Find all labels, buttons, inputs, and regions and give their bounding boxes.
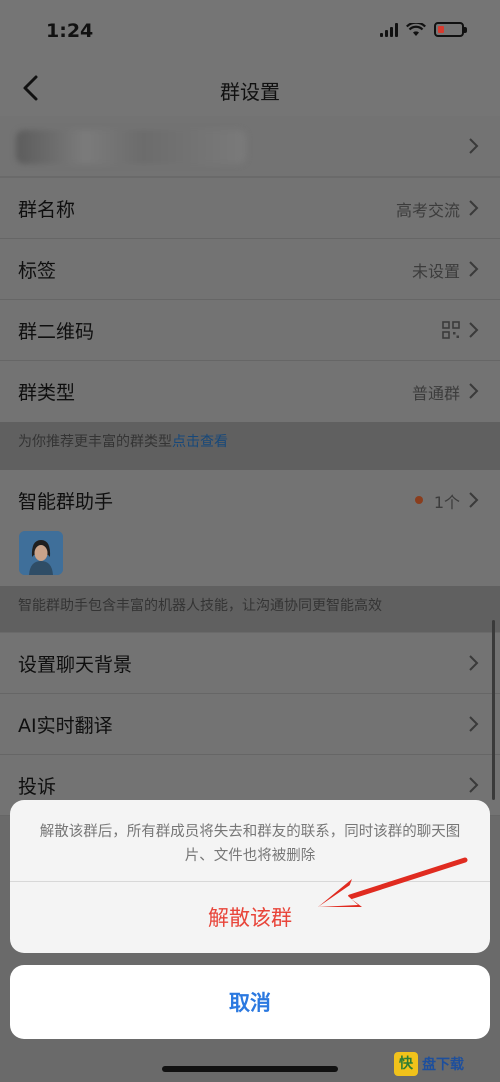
group-members-row[interactable] [0, 116, 500, 176]
group-type-value: 普通群 [411, 384, 460, 403]
cancel-label: 取消 [229, 991, 271, 1015]
red-annotation-arrow-icon [318, 857, 468, 907]
chat-background-label: 设置聊天背景 [18, 654, 133, 676]
scrollbar[interactable] [492, 620, 495, 800]
group-qrcode-label: 群二维码 [18, 321, 95, 343]
chevron-right-icon [469, 655, 479, 671]
blurred-member-avatars [16, 130, 246, 164]
assistant-tip-text: 智能群助手包含丰富的机器人技能，让沟通协同更智能高效 [18, 598, 382, 614]
group-qrcode-row[interactable]: 群二维码 [0, 300, 500, 361]
cancel-button[interactable]: 取消 [10, 965, 490, 1039]
group-name-row[interactable]: 群名称 高考交流 [0, 178, 500, 239]
assistant-tip: 智能群助手包含丰富的机器人技能，让沟通协同更智能高效 [0, 586, 500, 632]
group-type-row[interactable]: 群类型 普通群 [0, 361, 500, 422]
ai-translate-row[interactable]: AI实时翻译 [0, 694, 500, 755]
chevron-right-icon [469, 777, 479, 793]
chevron-right-icon [469, 138, 479, 154]
chevron-right-icon [469, 716, 479, 732]
page-title: 群设置 [220, 80, 280, 104]
chevron-right-icon [469, 200, 479, 216]
group-type-tip-text: 为你推荐更丰富的群类型 [18, 434, 172, 450]
group-type-label: 群类型 [18, 382, 76, 404]
status-bar: 1:24 [0, 0, 500, 62]
report-label: 投诉 [18, 776, 57, 798]
watermark: 快 盘下载 [394, 1050, 494, 1078]
tag-value: 未设置 [411, 262, 460, 281]
tag-label: 标签 [18, 260, 57, 282]
qrcode-icon [442, 321, 460, 339]
status-time: 1:24 [46, 20, 94, 42]
chevron-right-icon [469, 261, 479, 277]
group-type-tip: 为你推荐更丰富的群类型点击查看 [0, 422, 500, 470]
view-link[interactable]: 点击查看 [172, 434, 228, 450]
chat-background-row[interactable]: 设置聊天背景 [0, 633, 500, 694]
assistant-avatar[interactable] [19, 531, 63, 575]
unread-dot [415, 496, 423, 504]
ai-translate-label: AI实时翻译 [18, 715, 113, 737]
assistant-avatar-icon [19, 531, 63, 575]
smart-assistant-row[interactable]: 智能群助手 1个 [0, 470, 500, 586]
chevron-right-icon [469, 383, 479, 399]
status-icons [380, 22, 467, 37]
chevron-right-icon [469, 322, 479, 338]
battery-icon [434, 22, 467, 37]
group-name-label: 群名称 [18, 199, 76, 221]
smart-assistant-count: 1个 [433, 493, 460, 512]
chevron-right-icon [469, 492, 479, 508]
smart-assistant-label: 智能群助手 [18, 491, 114, 513]
wifi-icon [406, 22, 426, 36]
home-indicator [162, 1066, 338, 1072]
signal-icon [380, 22, 398, 37]
nav-bar: 群设置 [0, 62, 500, 116]
tag-row[interactable]: 标签 未设置 [0, 239, 500, 300]
group-name-value: 高考交流 [395, 201, 460, 220]
watermark-text: 盘下载 [422, 1057, 464, 1073]
watermark-logo: 快 [394, 1052, 418, 1076]
